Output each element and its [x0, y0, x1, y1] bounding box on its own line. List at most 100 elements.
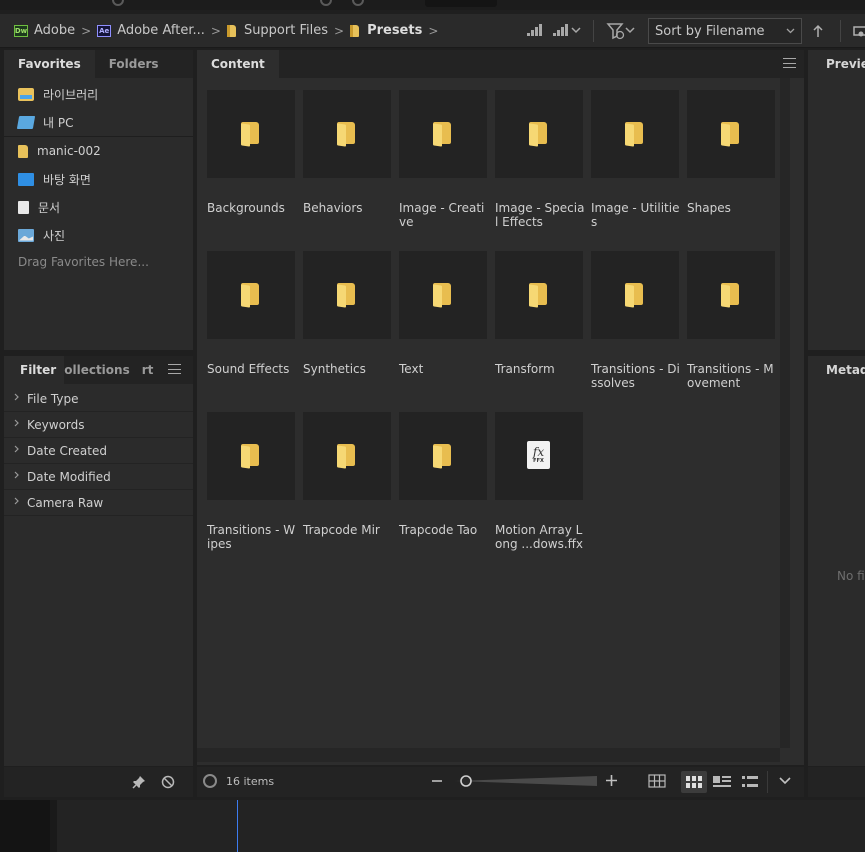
content-tile-label[interactable]: Trapcode Tao — [399, 523, 489, 537]
tab-collections[interactable]: ollections — [64, 356, 134, 384]
chevron-right-icon — [14, 393, 19, 404]
content-tile[interactable] — [591, 90, 679, 178]
content-tile[interactable] — [207, 251, 295, 339]
top-strip — [0, 0, 865, 10]
pin-icon[interactable] — [132, 775, 146, 789]
favorite-item-documents[interactable]: 문서 — [4, 193, 193, 221]
toolbar-circle-icon — [112, 0, 124, 6]
content-tile-label[interactable]: Transform — [495, 362, 585, 376]
content-tile-label[interactable]: Backgrounds — [207, 201, 297, 215]
zoom-in-icon[interactable] — [605, 774, 618, 787]
workflow-icon[interactable] — [853, 23, 865, 39]
lock-grid-icon[interactable] — [648, 774, 666, 788]
filter-item-date-modified[interactable]: Date Modified — [4, 464, 193, 490]
favorite-item-desktop[interactable]: 바탕 화면 — [4, 165, 193, 193]
panel-menu-icon[interactable] — [168, 364, 181, 374]
tab-content[interactable]: Content — [197, 50, 279, 78]
sort-ascending-icon[interactable] — [812, 24, 824, 38]
filter-item-file-type[interactable]: File Type — [4, 386, 193, 412]
horizontal-scrollbar[interactable] — [197, 748, 780, 762]
content-tile[interactable] — [303, 251, 391, 339]
content-tile[interactable] — [495, 90, 583, 178]
loading-spinner-icon — [203, 774, 217, 788]
content-tile[interactable] — [399, 251, 487, 339]
breadcrumb-separator[interactable]: > — [81, 24, 91, 38]
favorite-item-pc[interactable]: 내 PC — [4, 108, 193, 136]
folder-icon — [433, 283, 451, 308]
favorite-item-pictures[interactable]: 사진 — [4, 221, 193, 249]
content-tile-label[interactable]: Text — [399, 362, 489, 376]
content-tile-label[interactable]: Sound Effects — [207, 362, 297, 376]
filter-item-keywords[interactable]: Keywords — [4, 412, 193, 438]
content-tile[interactable] — [303, 412, 391, 500]
ffx-preset-icon: fx FFX — [527, 441, 550, 469]
content-tile-label[interactable]: Shapes — [687, 201, 777, 215]
content-tile-label[interactable]: Transitions - Movement — [687, 362, 777, 390]
tab-preview[interactable]: Preview — [808, 50, 865, 78]
breadcrumb-support-files[interactable]: Support Files — [226, 21, 328, 41]
quality-icon[interactable] — [525, 23, 543, 39]
chevron-right-icon — [14, 497, 19, 508]
sort-dropdown[interactable]: Sort by Filename — [648, 18, 802, 44]
vertical-scrollbar[interactable] — [780, 78, 790, 748]
content-tile[interactable] — [591, 251, 679, 339]
thumbnail-quality-icon[interactable] — [551, 23, 581, 39]
content-footer: 16 items — [197, 767, 804, 797]
content-tile[interactable] — [687, 251, 775, 339]
tab-folders[interactable]: Folders — [95, 50, 173, 78]
slider-track — [455, 775, 597, 787]
tab-filter[interactable]: Filter — [4, 356, 65, 384]
top-search-field[interactable] — [425, 0, 497, 7]
content-tile-label[interactable]: Motion Array Long ...dows.ffx — [495, 523, 585, 551]
content-tile[interactable] — [303, 90, 391, 178]
tab-metadata[interactable]: Metadata — [808, 356, 865, 384]
view-list-icon[interactable] — [742, 776, 758, 788]
filter-item-label: File Type — [27, 391, 79, 406]
zoom-out-icon[interactable] — [431, 775, 443, 787]
content-tile-label[interactable]: Synthetics — [303, 362, 393, 376]
playhead-line[interactable] — [237, 800, 238, 852]
content-tile-label[interactable]: Image - Special Effects — [495, 201, 585, 229]
breadcrumb-presets[interactable]: Presets — [350, 21, 422, 41]
tab-favorites[interactable]: Favorites — [4, 50, 95, 78]
breadcrumb-separator[interactable]: > — [334, 24, 344, 38]
view-thumbnails-icon[interactable] — [681, 771, 707, 793]
chevron-down-icon[interactable] — [779, 776, 791, 786]
breadcrumb-separator[interactable]: > — [428, 24, 438, 38]
thumbnail-size-slider[interactable] — [451, 773, 597, 789]
favorite-item-manic[interactable]: manic-002 — [4, 137, 193, 165]
content-tile-label[interactable]: Transitions - Wipes — [207, 523, 297, 551]
content-tile[interactable] — [399, 412, 487, 500]
filter-panel: Filter ollections rt File Type Keywords … — [4, 356, 193, 766]
breadcrumb-separator[interactable]: > — [211, 24, 221, 38]
breadcrumb-adobe[interactable]: Dw Adobe — [14, 21, 75, 41]
pc-icon — [16, 115, 36, 129]
content-tile[interactable] — [687, 90, 775, 178]
clear-filter-icon[interactable] — [161, 775, 175, 789]
breadcrumb-after-effects[interactable]: Ae Adobe After... — [97, 21, 205, 41]
content-tile[interactable] — [207, 412, 295, 500]
sort-dropdown-label: Sort by Filename — [655, 23, 765, 39]
filter-icon[interactable] — [606, 22, 636, 40]
filter-item-label: Date Modified — [27, 469, 111, 484]
tab-export[interactable]: rt — [134, 356, 162, 384]
folder-icon — [625, 283, 643, 308]
toolbar-divider — [593, 20, 594, 42]
content-tile-label[interactable]: Image - Creative — [399, 201, 489, 229]
content-tile[interactable] — [495, 251, 583, 339]
content-tile-label[interactable]: Behaviors — [303, 201, 393, 215]
view-details-icon[interactable] — [713, 776, 731, 788]
content-tile[interactable] — [207, 90, 295, 178]
panel-menu-icon[interactable] — [783, 58, 796, 68]
content-tile[interactable]: fx FFX — [495, 412, 583, 500]
filter-item-date-created[interactable]: Date Created — [4, 438, 193, 464]
content-tile-label[interactable]: Transitions - Dissolves — [591, 362, 681, 390]
chevron-right-icon — [14, 419, 19, 430]
content-tile-label[interactable]: Image - Utilities — [591, 201, 681, 229]
timeline-track[interactable] — [57, 800, 865, 852]
folder-icon — [625, 122, 643, 147]
content-tile-label[interactable]: Trapcode Mir — [303, 523, 393, 537]
favorite-item-library[interactable]: 라이브러리 — [4, 80, 193, 108]
filter-item-camera-raw[interactable]: Camera Raw — [4, 490, 193, 516]
content-tile[interactable] — [399, 90, 487, 178]
